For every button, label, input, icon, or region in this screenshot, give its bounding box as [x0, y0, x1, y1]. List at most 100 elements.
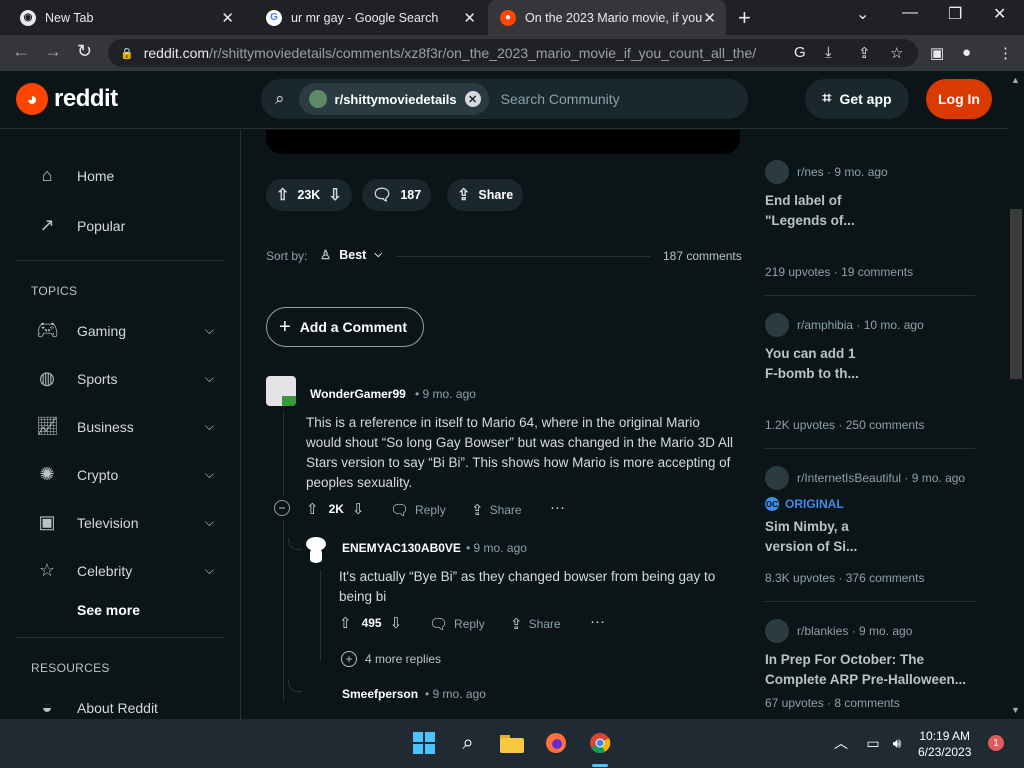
tab-reddit[interactable]: ● On the 2023 Mario movie, if you ✕ — [488, 0, 726, 35]
avatar[interactable] — [304, 535, 328, 563]
more-options-button[interactable]: ··· — [550, 499, 571, 516]
sidebar-item-about-reddit[interactable]: ◒ About Reddit — [36, 697, 216, 718]
bookmark-star-icon[interactable]: ☆ — [890, 44, 903, 62]
login-label: Log In — [938, 91, 980, 107]
sidebar-item-sports[interactable]: ◍ Sports ⌵ — [36, 368, 216, 389]
profile-icon[interactable]: ● — [962, 44, 971, 61]
reload-icon[interactable]: ↻ — [77, 41, 92, 62]
scroll-down-icon[interactable]: ▼ — [1011, 705, 1020, 715]
post-comments-button[interactable]: 🗨︎ 187 — [362, 179, 432, 211]
home-icon: ⌂ — [41, 165, 53, 185]
url-host: reddit.com — [143, 45, 210, 61]
related-post-sub[interactable]: r/InternetIsBeautiful — [797, 471, 901, 485]
downvote-icon[interactable]: ⇩ — [352, 500, 365, 518]
comment-vote-count: 2K — [328, 502, 344, 516]
comment-author[interactable]: Smeefperson — [342, 687, 418, 701]
get-app-button[interactable]: ⌗ Get app — [805, 79, 909, 119]
system-clock[interactable]: 10:19 AM 6/23/2023 — [918, 728, 971, 760]
reddit-logo[interactable]: ◕ reddit — [16, 83, 118, 115]
back-icon[interactable]: ← — [12, 41, 30, 62]
related-post-title[interactable]: Sim Nimby, a version of Si... — [765, 517, 865, 557]
search-icon[interactable]: ⌕ — [455, 730, 481, 756]
related-post-title[interactable]: In Prep For October: The Complete ARP Pr… — [765, 650, 975, 690]
chevron-up-icon[interactable]: ︿ — [828, 730, 854, 756]
sidebar-item-gaming[interactable]: 🎮︎ Gaming ⌵ — [36, 320, 216, 341]
forward-icon[interactable]: → — [44, 41, 62, 62]
chrome-icon[interactable] — [587, 730, 613, 756]
downvote-icon[interactable]: ⇩ — [328, 185, 341, 205]
tab-google-search[interactable]: G ur mr gay - Google Search ✕ — [246, 0, 486, 35]
reply-button[interactable]: 🗨︎ Reply — [429, 615, 485, 633]
new-tab-plus-icon[interactable]: + — [738, 5, 751, 31]
sidepanel-icon[interactable]: ▣ — [930, 44, 944, 62]
related-post-meta: r/blankies · 9 mo. ago — [797, 624, 913, 638]
comment-author[interactable]: ENEMYAC130AB0VE — [342, 541, 461, 555]
see-more-button[interactable]: See more — [77, 602, 140, 618]
sidebar-item-home[interactable]: ⌂ Home — [36, 165, 216, 186]
sidebar-item-television[interactable]: ▣ Television ⌵ — [36, 512, 216, 533]
share-icon[interactable]: ⇪ — [858, 44, 871, 62]
post-share-button[interactable]: ⇪ Share — [447, 179, 524, 211]
share-button[interactable]: ⇪ Share — [510, 615, 561, 633]
chevron-down-icon[interactable]: ⌄ — [856, 4, 869, 24]
related-post-sub[interactable]: r/nes — [797, 165, 824, 179]
thread-line[interactable] — [283, 520, 284, 700]
avatar[interactable] — [266, 376, 296, 406]
share-button[interactable]: ⇪ Share — [471, 501, 522, 519]
reply-button[interactable]: 🗨︎ Reply — [390, 501, 446, 519]
more-replies-button[interactable]: + 4 more replies — [341, 651, 441, 667]
tab-new-tab[interactable]: ◉ New Tab ✕ — [0, 0, 244, 35]
google-lens-icon[interactable]: G — [794, 44, 806, 61]
add-comment-button[interactable]: + Add a Comment — [266, 307, 424, 347]
related-post-sub[interactable]: r/blankies — [797, 624, 848, 638]
community-avatar[interactable] — [765, 313, 789, 337]
notification-badge[interactable]: 1 — [988, 735, 1004, 751]
clear-chip-icon[interactable]: ✕ — [464, 91, 481, 107]
close-icon[interactable]: ✕ — [703, 9, 716, 27]
upvote-icon[interactable]: ⇧ — [306, 500, 319, 518]
firefox-icon[interactable] — [543, 730, 569, 756]
minimize-icon[interactable]: — — [902, 4, 918, 22]
sidebar-item-celebrity[interactable]: ☆ Celebrity ⌵ — [36, 560, 216, 581]
volume-icon[interactable]: 🔊︎ — [884, 730, 910, 756]
related-post-title[interactable]: End label of "Legends of... — [765, 191, 865, 231]
network-icon[interactable]: ▭ — [860, 730, 886, 756]
more-options-button[interactable]: ··· — [590, 613, 611, 630]
search-bar[interactable]: ⌕ r/shittymoviedetails ✕ — [261, 79, 748, 119]
menu-dots-icon[interactable]: ⋮ — [998, 44, 1013, 62]
restore-icon[interactable]: ❐ — [948, 4, 962, 24]
clock-date: 6/23/2023 — [918, 745, 972, 759]
community-chip[interactable]: r/shittymoviedetails ✕ — [298, 83, 489, 115]
related-post-title[interactable]: You can add 1 F-bomb to th... — [765, 344, 865, 384]
upvote-icon[interactable]: ⇧ — [276, 185, 289, 205]
collapse-thread-button[interactable]: − — [274, 500, 290, 516]
file-explorer-icon[interactable] — [499, 730, 525, 756]
thread-line[interactable] — [320, 570, 321, 660]
login-button[interactable]: Log In — [926, 79, 992, 119]
scrollbar-thumb[interactable] — [1010, 209, 1022, 379]
comment-author[interactable]: WonderGamer99 — [310, 387, 406, 401]
sidebar-item-business[interactable]: 📈︎ Business ⌵ — [36, 416, 216, 437]
sidebar-item-crypto[interactable]: ✺ Crypto ⌵ — [36, 464, 216, 485]
divider — [16, 260, 225, 261]
windows-start-icon[interactable] — [411, 730, 437, 756]
community-avatar[interactable] — [765, 160, 789, 184]
community-avatar[interactable] — [765, 619, 789, 643]
plus-circle-icon: + — [341, 651, 357, 667]
upvote-icon[interactable]: ⇧ — [339, 614, 352, 632]
close-icon[interactable]: ✕ — [463, 9, 476, 27]
sort-dropdown[interactable]: ♙ Best ⌵ — [320, 247, 382, 263]
search-input[interactable] — [498, 90, 699, 108]
related-post-stats: 67 upvotes · 8 comments — [765, 696, 900, 710]
window-close-icon[interactable]: ✕ — [993, 4, 1006, 24]
community-avatar[interactable] — [765, 466, 789, 490]
downvote-icon[interactable]: ⇩ — [390, 614, 403, 632]
close-icon[interactable]: ✕ — [221, 9, 234, 27]
related-post-sub[interactable]: r/amphibia — [797, 318, 853, 332]
sidebar-item-popular[interactable]: ↗ Popular — [36, 215, 216, 236]
scroll-up-icon[interactable]: ▲ — [1011, 75, 1020, 85]
url-path: /r/shittymoviedetails/comments/xz8f3r/on… — [209, 45, 757, 61]
thread-line[interactable] — [283, 412, 284, 496]
page-scrollbar[interactable]: ▲ ▼ — [1008, 71, 1024, 719]
install-icon[interactable]: ⤓ — [825, 44, 832, 61]
